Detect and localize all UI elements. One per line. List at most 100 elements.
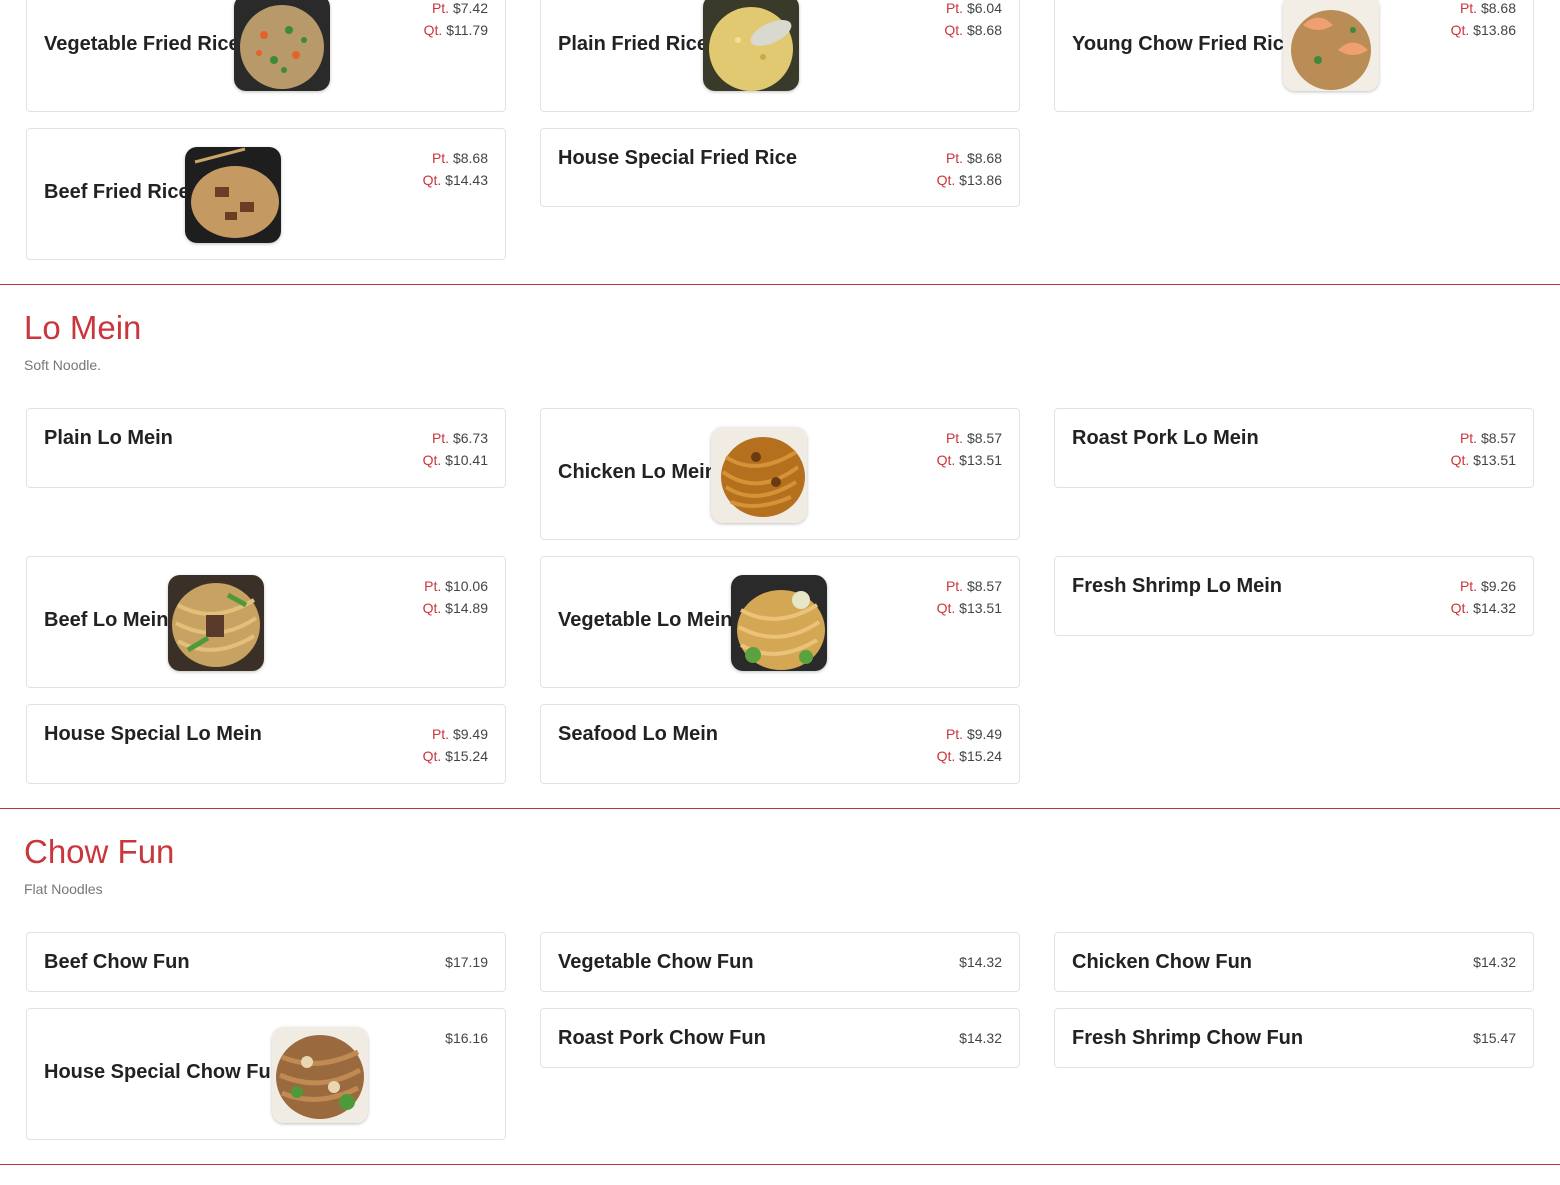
quart-price: $14.43 <box>445 172 488 188</box>
item-name: Chicken Lo Mein <box>558 461 717 483</box>
beef-lo-mein-photo <box>168 575 264 671</box>
item-prices: $16.16 <box>445 1027 488 1049</box>
item-prices: $17.19 <box>445 951 488 973</box>
quart-price: $13.51 <box>959 600 1002 616</box>
item-prices: Pt. $8.57 Qt. $13.51 <box>1450 430 1516 468</box>
menu-item-card[interactable]: Plain Lo Mein Pt. $6.73 Qt. $10.41 <box>26 408 506 488</box>
quart-price: $14.89 <box>445 600 488 616</box>
item-prices: Pt. $9.49 Qt. $15.24 <box>422 726 488 764</box>
pint-price: $9.26 <box>1480 578 1516 594</box>
menu-item-card[interactable]: Roast Pork Lo Mein Pt. $8.57 Qt. $13.51 <box>1054 408 1534 488</box>
menu-item-card[interactable]: Roast Pork Chow Fun $14.32 <box>540 1008 1020 1068</box>
item-name: Vegetable Lo Mein <box>558 609 733 631</box>
item-prices: $14.32 <box>959 951 1002 973</box>
section-divider <box>0 808 1560 809</box>
menu-item-card[interactable]: Beef Lo Mein Pt. $10.06 Qt. $14.89 <box>26 556 506 688</box>
item-prices: Pt. $10.06 Qt. $14.89 <box>422 578 488 616</box>
pint-price: $8.57 <box>966 578 1002 594</box>
item-prices: Pt. $8.68 Qt. $13.86 <box>936 150 1002 188</box>
item-prices: Pt. $8.57 Qt. $13.51 <box>936 430 1002 468</box>
item-name: Fresh Shrimp Chow Fun <box>1072 1027 1304 1049</box>
item-name: House Special Fried Rice <box>558 147 797 169</box>
item-name: Vegetable Fried Rice <box>44 33 240 55</box>
menu-item-card[interactable]: House Special Lo Mein Pt. $9.49 Qt. $15.… <box>26 704 506 784</box>
menu-item-card[interactable]: Chicken Chow Fun $14.32 <box>1054 932 1534 992</box>
menu-item-card[interactable]: Young Chow Fried Rice Pt. $8.68 Qt. $13.… <box>1054 0 1534 112</box>
pint-price: $9.49 <box>966 726 1002 742</box>
pint-price: $7.42 <box>452 0 488 16</box>
menu-item-card[interactable]: Vegetable Lo Mein Pt. $8.57 Qt. $13.51 <box>540 556 1020 688</box>
item-name: Plain Fried Rice <box>558 33 709 55</box>
menu-item-card[interactable]: House Special Chow Fun $16.16 <box>26 1008 506 1140</box>
plain-fried-rice-photo <box>703 0 799 91</box>
vegetable-lo-mein-photo <box>731 575 827 671</box>
pint-price: $6.73 <box>452 430 488 446</box>
vegetable-fried-rice-photo <box>234 0 330 91</box>
menu-item-card[interactable]: Vegetable Chow Fun $14.32 <box>540 932 1020 992</box>
menu-item-card[interactable]: Beef Chow Fun $17.19 <box>26 932 506 992</box>
pint-price: $9.49 <box>452 726 488 742</box>
item-name: House Special Chow Fun <box>44 1061 283 1083</box>
item-name: Roast Pork Lo Mein <box>1072 427 1259 449</box>
quart-price: $15.24 <box>959 748 1002 764</box>
pint-price: $6.04 <box>966 0 1002 16</box>
chicken-lo-mein-photo <box>711 427 807 523</box>
section-subtitle: Flat Noodles <box>24 881 103 897</box>
item-name: House Special Lo Mein <box>44 723 262 745</box>
pint-price: $8.68 <box>452 150 488 166</box>
menu-item-card[interactable]: Fresh Shrimp Lo Mein Pt. $9.26 Qt. $14.3… <box>1054 556 1534 636</box>
item-price: $16.16 <box>445 1030 488 1046</box>
beef-fried-rice-photo <box>185 147 281 243</box>
item-prices: Pt. $7.42 Qt. $11.79 <box>423 0 488 38</box>
pint-price: $10.06 <box>445 578 488 594</box>
quart-price: $13.51 <box>1473 452 1516 468</box>
young-chow-fried-rice-photo <box>1283 0 1379 91</box>
quart-price: $8.68 <box>966 22 1002 38</box>
item-prices: Pt. $8.57 Qt. $13.51 <box>936 578 1002 616</box>
pint-price: $8.68 <box>1480 0 1516 16</box>
item-prices: $15.47 <box>1473 1027 1516 1049</box>
item-price: $17.19 <box>445 954 488 970</box>
item-name: Beef Chow Fun <box>44 951 190 973</box>
item-name: Beef Lo Mein <box>44 609 169 631</box>
item-name: Fresh Shrimp Lo Mein <box>1072 575 1283 597</box>
item-prices: Pt. $9.49 Qt. $15.24 <box>936 726 1002 764</box>
house-special-chow-fun-photo <box>272 1027 368 1123</box>
section-title: Lo Mein <box>24 309 142 346</box>
section-subtitle: Soft Noodle. <box>24 357 102 373</box>
quart-price: $15.24 <box>445 748 488 764</box>
item-name: Young Chow Fried Rice <box>1072 33 1295 55</box>
section-title: Chow Fun <box>24 833 175 870</box>
quart-price: $13.86 <box>1473 22 1516 38</box>
menu-item-card[interactable]: House Special Fried Rice Pt. $8.68 Qt. $… <box>540 128 1020 207</box>
item-prices: $14.32 <box>959 1027 1002 1049</box>
item-name: Chicken Chow Fun <box>1072 951 1252 973</box>
menu-item-card[interactable]: Fresh Shrimp Chow Fun $15.47 <box>1054 1008 1534 1068</box>
item-prices: $14.32 <box>1473 951 1516 973</box>
item-name: Plain Lo Mein <box>44 427 173 449</box>
item-name: Vegetable Chow Fun <box>558 951 754 973</box>
menu-item-card[interactable]: Vegetable Fried Rice Pt. $7.42 Qt. $11.7… <box>26 0 506 112</box>
item-price: $14.32 <box>959 954 1002 970</box>
item-name: Seafood Lo Mein <box>558 723 718 745</box>
item-price: $15.47 <box>1473 1030 1516 1046</box>
item-prices: Pt. $6.04 Qt. $8.68 <box>944 0 1002 38</box>
pint-price: $8.68 <box>966 150 1002 166</box>
item-prices: Pt. $9.26 Qt. $14.32 <box>1450 578 1516 616</box>
item-price: $14.32 <box>959 1030 1002 1046</box>
pint-price: $8.57 <box>1480 430 1516 446</box>
quart-price: $13.51 <box>959 452 1002 468</box>
menu-item-card[interactable]: Plain Fried Rice Pt. $6.04 Qt. $8.68 <box>540 0 1020 112</box>
item-prices: Pt. $8.68 Qt. $13.86 <box>1450 0 1516 38</box>
quart-price: $11.79 <box>446 22 488 38</box>
item-prices: Pt. $8.68 Qt. $14.43 <box>422 150 488 188</box>
item-name: Roast Pork Chow Fun <box>558 1027 766 1049</box>
section-divider <box>0 1164 1560 1165</box>
menu-item-card[interactable]: Chicken Lo Mein Pt. $8.57 Qt. $13.51 <box>540 408 1020 540</box>
pint-price: $8.57 <box>966 430 1002 446</box>
menu-item-card[interactable]: Seafood Lo Mein Pt. $9.49 Qt. $15.24 <box>540 704 1020 784</box>
quart-price: $10.41 <box>445 452 488 468</box>
menu-item-card[interactable]: Beef Fried Rice Pt. $8.68 Qt. $14.43 <box>26 128 506 260</box>
item-price: $14.32 <box>1473 954 1516 970</box>
quart-price: $13.86 <box>959 172 1002 188</box>
